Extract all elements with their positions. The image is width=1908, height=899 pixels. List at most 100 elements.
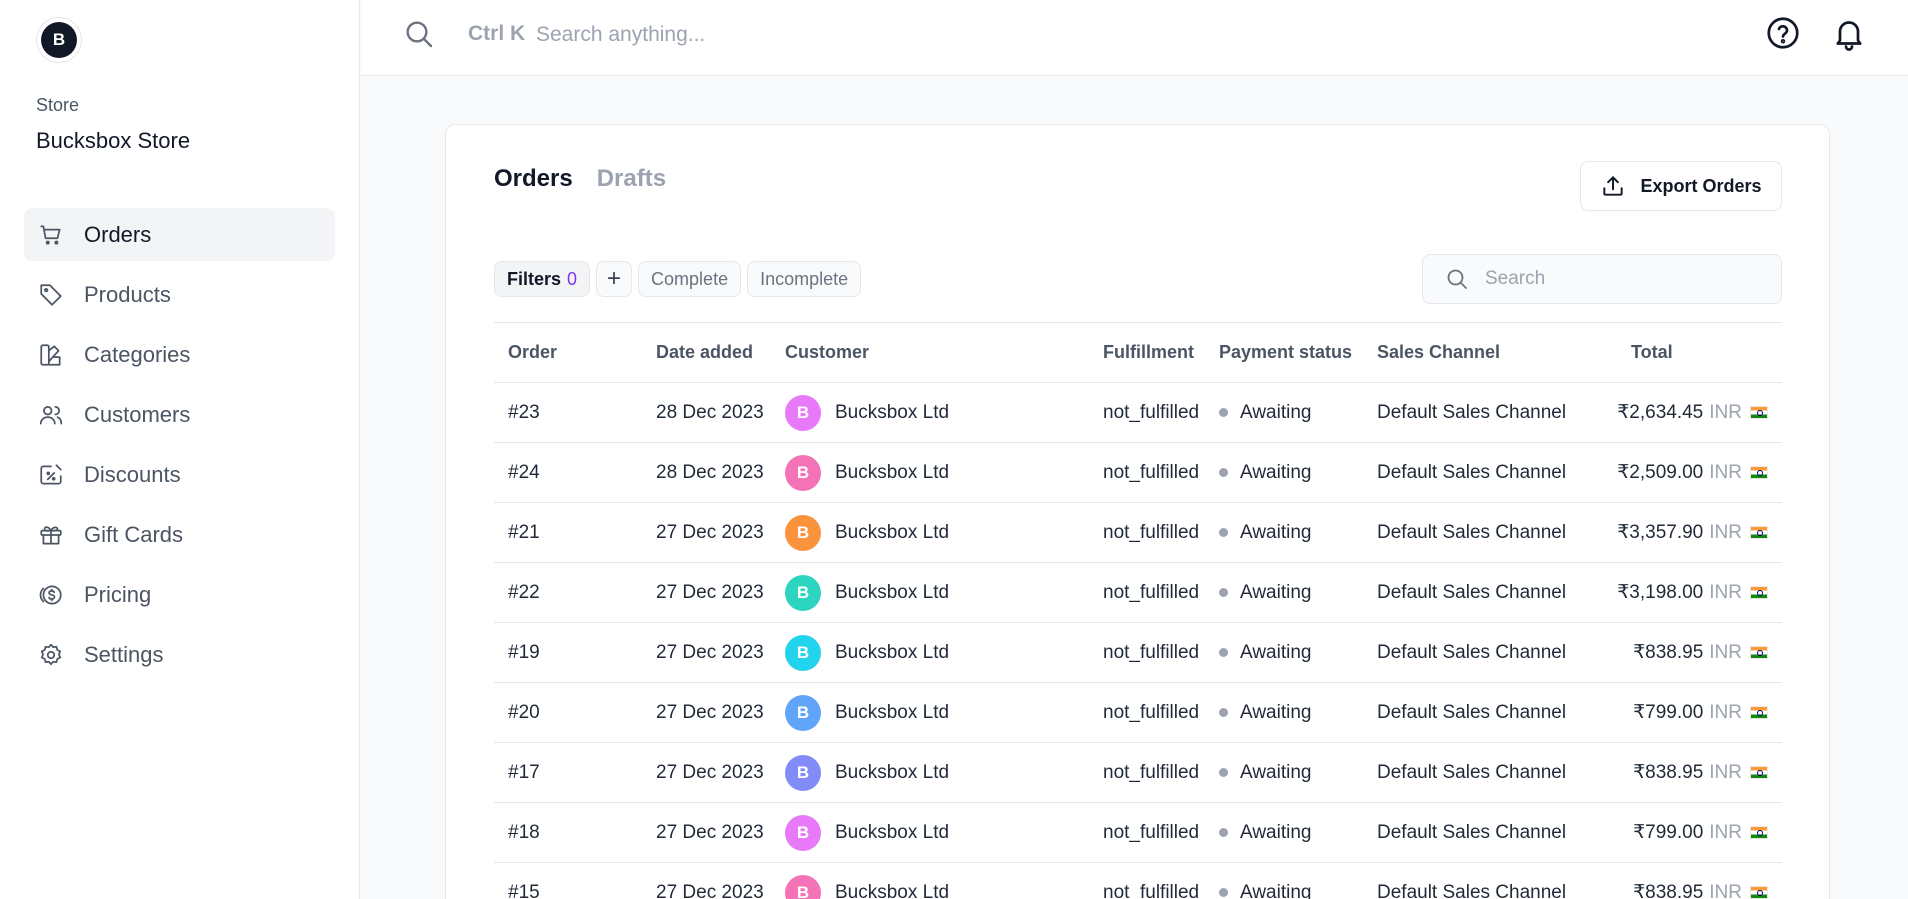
order-number[interactable]: #18 — [494, 802, 656, 863]
search-icon[interactable] — [403, 18, 435, 50]
order-number[interactable]: #19 — [494, 622, 656, 683]
sales-channel: Default Sales Channel — [1377, 802, 1601, 863]
avatar: B — [785, 754, 821, 791]
sidebar-item-label: Orders — [84, 221, 152, 247]
total-cell: ₹3,198.00 INR — [1601, 562, 1782, 623]
customer-name: Bucksbox Ltd — [835, 401, 950, 423]
table-row[interactable]: #24 28 Dec 2023 B Bucksbox Ltd not_fulfilled… — [494, 442, 1782, 503]
filter-chip-complete[interactable]: Complete — [638, 261, 742, 297]
help-icon[interactable] — [1765, 15, 1801, 51]
payment-cell: Awaiting — [1219, 442, 1377, 503]
tab-orders[interactable]: Orders — [494, 165, 573, 193]
total-cell: ₹2,509.00 INR — [1601, 442, 1782, 503]
global-search-input[interactable] — [536, 17, 1036, 53]
fulfillment-status: not_fulfilled — [1103, 742, 1219, 803]
orders-search-input[interactable] — [1485, 268, 1765, 290]
store-name: Bucksbox Store — [36, 128, 191, 153]
order-total: ₹838.95 — [1633, 762, 1704, 783]
order-number[interactable]: #24 — [494, 442, 656, 503]
column-header-customer[interactable]: Customer — [785, 323, 1103, 383]
export-orders-button[interactable]: Export Orders — [1580, 161, 1782, 211]
table-row[interactable]: #22 27 Dec 2023 B Bucksbox Ltd not_fulfilled… — [494, 562, 1782, 623]
status-dot — [1219, 408, 1228, 417]
shortcut-hint: Ctrl K — [468, 22, 526, 45]
currency-code: INR — [1709, 762, 1742, 783]
sidebar-item-gift-cards[interactable]: Gift Cards — [24, 508, 335, 561]
table-row[interactable]: #17 27 Dec 2023 B Bucksbox Ltd not_fulfilled… — [494, 742, 1782, 803]
customer-cell: B Bucksbox Ltd — [785, 502, 1103, 563]
sidebar-item-orders[interactable]: Orders — [24, 208, 335, 261]
search-icon — [1447, 269, 1467, 289]
table-row[interactable]: #18 27 Dec 2023 B Bucksbox Ltd not_fulfilled… — [494, 802, 1782, 863]
sidebar-item-label: Customers — [84, 401, 191, 427]
order-total: ₹2,509.00 — [1617, 462, 1704, 483]
bell-icon[interactable] — [1831, 15, 1867, 51]
avatar: B — [785, 574, 821, 611]
table-row[interactable]: #15 27 Dec 2023 B Bucksbox Ltd not_fulfilled… — [494, 862, 1782, 899]
table-row[interactable]: #21 27 Dec 2023 B Bucksbox Ltd not_fulfilled… — [494, 502, 1782, 563]
status-dot — [1219, 708, 1228, 717]
customer-cell: B Bucksbox Ltd — [785, 382, 1103, 443]
total-cell: ₹838.95 INR — [1601, 862, 1782, 899]
order-date: 27 Dec 2023 — [656, 682, 785, 743]
status-dot — [1219, 768, 1228, 777]
fulfillment-status: not_fulfilled — [1103, 442, 1219, 503]
currency-code: INR — [1709, 702, 1742, 723]
sidebar-item-label: Gift Cards — [84, 521, 184, 547]
upload-icon — [1603, 176, 1624, 196]
sidebar-item-customers[interactable]: Customers — [24, 388, 335, 441]
india-flag-icon — [1750, 466, 1768, 480]
users-icon — [38, 402, 64, 428]
order-number[interactable]: #22 — [494, 562, 656, 623]
total-cell: ₹838.95 INR — [1601, 742, 1782, 803]
filter-chip-incomplete[interactable]: Incomplete — [747, 261, 862, 297]
sidebar-item-label: Settings — [84, 641, 164, 667]
order-number[interactable]: #15 — [494, 862, 656, 899]
customer-name: Bucksbox Ltd — [835, 881, 950, 899]
sidebar-item-settings[interactable]: Settings — [24, 628, 335, 681]
status-dot — [1219, 648, 1228, 657]
india-flag-icon — [1750, 586, 1768, 600]
fulfillment-status: not_fulfilled — [1103, 682, 1219, 743]
column-header-payment-status[interactable]: Payment status — [1219, 323, 1377, 383]
currency-code: INR — [1709, 402, 1742, 423]
sidebar-item-label: Pricing — [84, 581, 152, 607]
table-search — [1422, 254, 1782, 304]
column-header-total[interactable]: Total — [1601, 323, 1782, 383]
payment-cell: Awaiting — [1219, 862, 1377, 899]
order-date: 27 Dec 2023 — [656, 562, 785, 623]
table-row[interactable]: #19 27 Dec 2023 B Bucksbox Ltd not_fulfilled… — [494, 622, 1782, 683]
column-header-fulfillment[interactable]: Fulfillment — [1103, 323, 1219, 383]
column-header-order[interactable]: Order — [494, 323, 656, 383]
payment-status: Awaiting — [1240, 761, 1312, 783]
sidebar-item-discounts[interactable]: Discounts — [24, 448, 335, 501]
total-cell: ₹2,634.45 INR — [1601, 382, 1782, 443]
orders-table: Order Date added Customer Fulfillment Pa… — [494, 322, 1782, 899]
order-tabs: Orders Drafts — [494, 165, 666, 193]
filters-row: Filters 0 + Complete Incomplete — [494, 261, 862, 297]
column-header-date[interactable]: Date added — [656, 323, 785, 383]
currency-code: INR — [1709, 462, 1742, 483]
order-total: ₹838.95 — [1633, 642, 1704, 663]
total-cell: ₹799.00 INR — [1601, 802, 1782, 863]
column-header-sales-channel[interactable]: Sales Channel — [1377, 323, 1601, 383]
fulfillment-status: not_fulfilled — [1103, 382, 1219, 443]
table-row[interactable]: #20 27 Dec 2023 B Bucksbox Ltd not_fulfilled… — [494, 682, 1782, 743]
sidebar-item-pricing[interactable]: Pricing — [24, 568, 335, 621]
sidebar-item-categories[interactable]: Categories — [24, 328, 335, 381]
tab-drafts[interactable]: Drafts — [597, 165, 666, 193]
add-filter-button[interactable]: + — [596, 261, 633, 297]
filters-button[interactable]: Filters 0 — [494, 261, 591, 297]
sidebar-item-label: Discounts — [84, 461, 181, 487]
customer-cell: B Bucksbox Ltd — [785, 562, 1103, 623]
order-total: ₹3,357.90 — [1617, 522, 1704, 543]
sidebar-item-products[interactable]: Products — [24, 268, 335, 321]
order-number[interactable]: #23 — [494, 382, 656, 443]
store-avatar[interactable]: B — [36, 17, 82, 63]
order-number[interactable]: #17 — [494, 742, 656, 803]
order-number[interactable]: #21 — [494, 502, 656, 563]
order-number[interactable]: #20 — [494, 682, 656, 743]
table-row[interactable]: #23 28 Dec 2023 B Bucksbox Ltd not_fulfilled… — [494, 382, 1782, 443]
order-total: ₹3,198.00 — [1617, 582, 1704, 603]
customer-name: Bucksbox Ltd — [835, 701, 950, 723]
